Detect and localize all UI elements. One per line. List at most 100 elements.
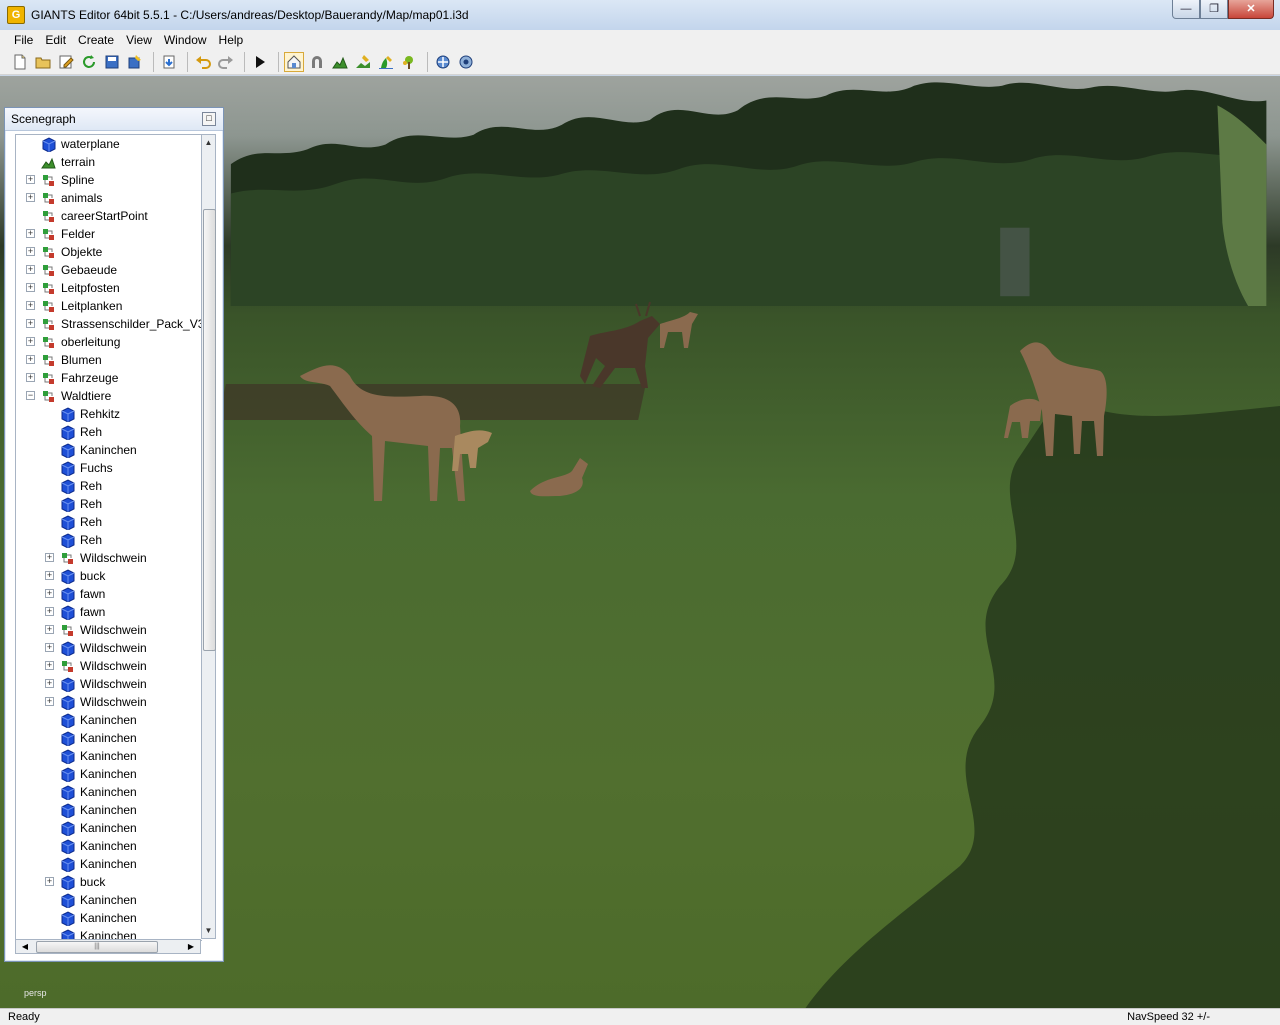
fawn-standing[interactable] xyxy=(452,430,492,471)
foliage-icon[interactable] xyxy=(399,52,419,72)
tree-item[interactable]: + Wildschwein xyxy=(16,639,202,657)
expand-icon[interactable]: + xyxy=(45,589,54,598)
tree-item[interactable]: Rehkitz xyxy=(16,405,202,423)
scenegraph-tree[interactable]: waterplane terrain + Spline + animals careerSt… xyxy=(15,134,202,941)
scroll-left-icon[interactable]: ◀ xyxy=(18,940,32,953)
tree-item[interactable]: + Leitplanken xyxy=(16,297,202,315)
tree-item[interactable]: Kaninchen xyxy=(16,891,202,909)
tree-item[interactable]: Kaninchen xyxy=(16,819,202,837)
horizontal-scrollbar[interactable]: ◀ ||| ▶ xyxy=(15,939,201,954)
import-icon[interactable] xyxy=(159,52,179,72)
tree-item[interactable]: Reh xyxy=(16,513,202,531)
play-icon[interactable] xyxy=(250,52,270,72)
menu-view[interactable]: View xyxy=(120,33,158,47)
doe-distant[interactable] xyxy=(660,312,698,348)
tree-item[interactable]: + Leitpfosten xyxy=(16,279,202,297)
buck-running[interactable] xyxy=(580,301,660,388)
tree-item[interactable]: Kaninchen xyxy=(16,441,202,459)
maximize-icon[interactable]: ❐ xyxy=(1200,0,1228,19)
tree-item[interactable]: Kaninchen xyxy=(16,783,202,801)
tree-item[interactable]: + animals xyxy=(16,189,202,207)
tree-item[interactable]: + fawn xyxy=(16,603,202,621)
expand-icon[interactable]: + xyxy=(45,643,54,652)
expand-icon[interactable]: + xyxy=(26,337,35,346)
expand-icon[interactable]: + xyxy=(45,661,54,670)
expand-icon[interactable]: + xyxy=(45,697,54,706)
scroll-right-icon[interactable]: ▶ xyxy=(184,940,198,953)
tree-item[interactable]: − Waldtiere xyxy=(16,387,202,405)
tree-item[interactable]: + fawn xyxy=(16,585,202,603)
tree-item[interactable]: Reh xyxy=(16,477,202,495)
doe-right[interactable] xyxy=(1020,342,1107,456)
fawn-right[interactable] xyxy=(1004,398,1042,438)
menu-file[interactable]: File xyxy=(8,33,39,47)
expand-icon[interactable]: + xyxy=(26,301,35,310)
expand-icon[interactable]: + xyxy=(26,229,35,238)
tree-item[interactable]: + Fahrzeuge xyxy=(16,369,202,387)
tree-item[interactable]: + Strassenschilder_Pack_V3_I xyxy=(16,315,202,333)
expand-icon[interactable]: + xyxy=(45,571,54,580)
tree-item[interactable]: + buck xyxy=(16,873,202,891)
tree-item[interactable]: Kaninchen xyxy=(16,729,202,747)
tree-item[interactable]: Kaninchen xyxy=(16,909,202,927)
tree-item[interactable]: + Wildschwein xyxy=(16,621,202,639)
expand-icon[interactable]: + xyxy=(45,877,54,886)
fawn-lying[interactable] xyxy=(530,458,588,497)
tree-item[interactable]: + Wildschwein xyxy=(16,675,202,693)
tree-item[interactable]: + Wildschwein xyxy=(16,549,202,567)
tree-item[interactable]: terrain xyxy=(16,153,202,171)
translate-icon[interactable] xyxy=(433,52,453,72)
tree-item[interactable]: Fuchs xyxy=(16,459,202,477)
minimize-icon[interactable]: — xyxy=(1172,0,1200,19)
magnet-icon[interactable] xyxy=(307,52,327,72)
edit-icon[interactable] xyxy=(56,52,76,72)
expand-icon[interactable]: + xyxy=(45,607,54,616)
tree-item[interactable]: + Wildschwein xyxy=(16,657,202,675)
menu-create[interactable]: Create xyxy=(72,33,120,47)
save-icon[interactable] xyxy=(102,52,122,72)
tree-item[interactable]: + buck xyxy=(16,567,202,585)
tree-item[interactable]: + Spline xyxy=(16,171,202,189)
tree-item[interactable]: + Felder xyxy=(16,225,202,243)
scroll-thumb[interactable] xyxy=(203,209,216,651)
tree-item[interactable]: Kaninchen xyxy=(16,711,202,729)
panel-close-icon[interactable]: □ xyxy=(202,112,216,126)
menu-help[interactable]: Help xyxy=(213,33,250,47)
expand-icon[interactable]: + xyxy=(26,265,35,274)
new-icon[interactable] xyxy=(10,52,30,72)
expand-icon[interactable]: + xyxy=(26,373,35,382)
tree-item[interactable]: Kaninchen xyxy=(16,765,202,783)
foliage-paint-icon[interactable] xyxy=(376,52,396,72)
expand-icon[interactable]: + xyxy=(45,679,54,688)
expand-icon[interactable]: + xyxy=(26,283,35,292)
deer-large[interactable] xyxy=(300,365,465,501)
tree-item[interactable]: Kaninchen xyxy=(16,837,202,855)
expand-icon[interactable]: + xyxy=(45,625,54,634)
scroll-thumb[interactable]: ||| xyxy=(36,941,158,953)
undo-icon[interactable] xyxy=(193,52,213,72)
expand-icon[interactable]: + xyxy=(26,355,35,364)
rotate-icon[interactable] xyxy=(456,52,476,72)
open-icon[interactable] xyxy=(33,52,53,72)
tree-item[interactable]: + Gebaeude xyxy=(16,261,202,279)
close-icon[interactable]: ✕ xyxy=(1228,0,1274,19)
expand-icon[interactable]: + xyxy=(26,247,35,256)
tree-item[interactable]: Kaninchen xyxy=(16,855,202,873)
save-as-icon[interactable] xyxy=(125,52,145,72)
tree-item[interactable]: careerStartPoint xyxy=(16,207,202,225)
expand-icon[interactable]: + xyxy=(26,319,35,328)
tree-item[interactable]: + oberleitung xyxy=(16,333,202,351)
expand-icon[interactable]: + xyxy=(45,553,54,562)
tree-item[interactable]: waterplane xyxy=(16,135,202,153)
collapse-icon[interactable]: − xyxy=(26,391,35,400)
tree-item[interactable]: Kaninchen xyxy=(16,747,202,765)
vertical-scrollbar[interactable]: ▲ ▼ xyxy=(201,134,216,939)
tree-item[interactable]: Reh xyxy=(16,531,202,549)
menu-edit[interactable]: Edit xyxy=(39,33,72,47)
refresh-icon[interactable] xyxy=(79,52,99,72)
terrain-paint-icon[interactable] xyxy=(353,52,373,72)
tree-item[interactable]: Reh xyxy=(16,495,202,513)
tree-item[interactable]: + Blumen xyxy=(16,351,202,369)
expand-icon[interactable]: + xyxy=(26,175,35,184)
scroll-up-icon[interactable]: ▲ xyxy=(202,135,215,150)
